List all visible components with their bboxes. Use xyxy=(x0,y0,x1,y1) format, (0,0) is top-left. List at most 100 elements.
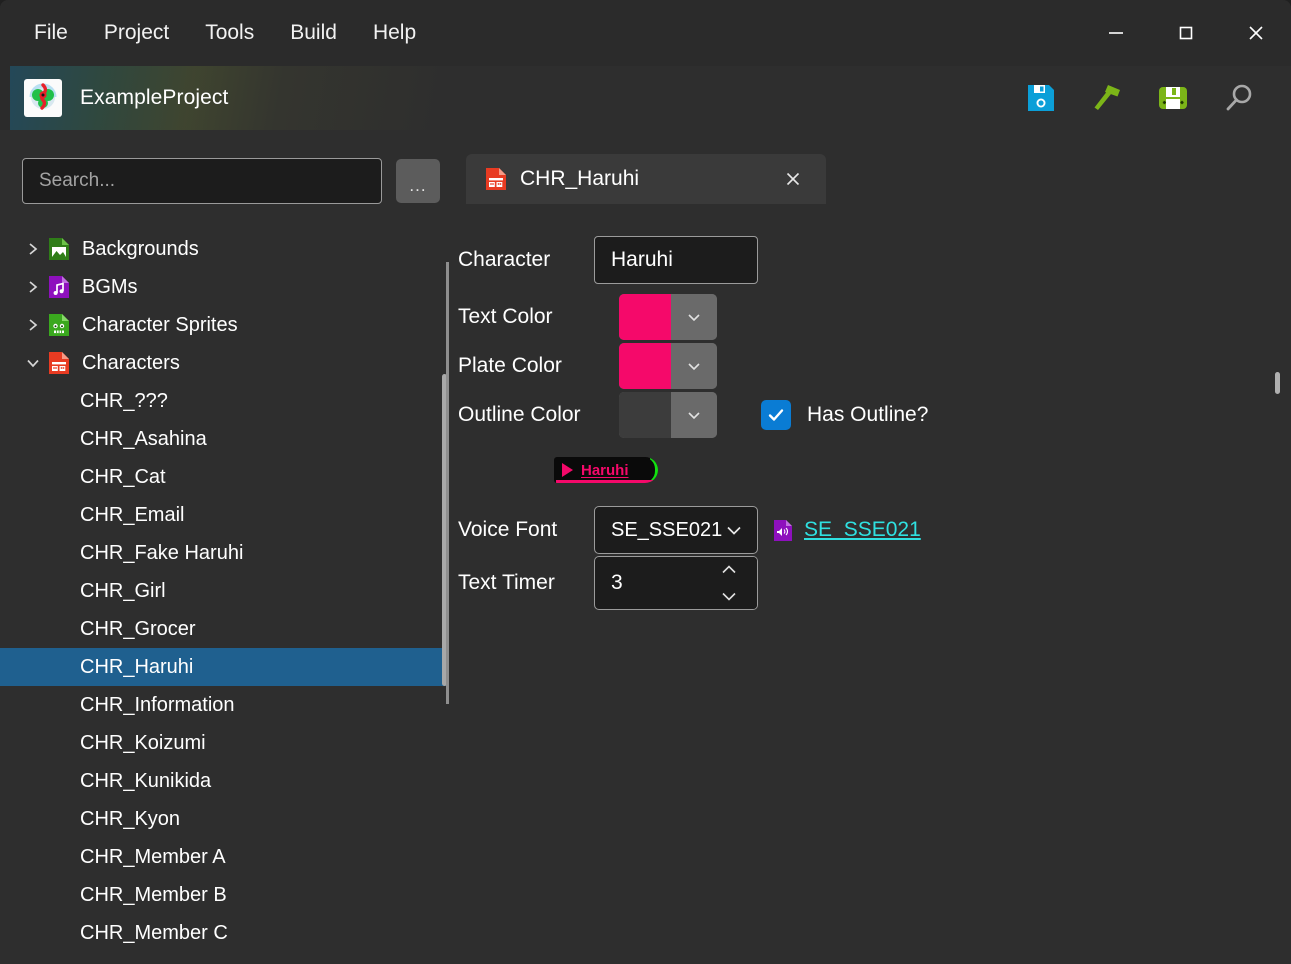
nameplate-preview: Haruhi xyxy=(554,457,658,483)
more-options-button[interactable]: ... xyxy=(396,159,440,203)
tree-node-bgms[interactable]: BGMs xyxy=(0,268,446,306)
chevron-down-icon[interactable] xyxy=(671,294,717,340)
tree-node-characters[interactable]: Characters xyxy=(0,344,446,382)
chevron-down-icon[interactable] xyxy=(20,355,46,371)
close-button[interactable] xyxy=(1221,0,1291,66)
tree-leaf-label: CHR_Fake Haruhi xyxy=(80,541,244,564)
menu-item-help[interactable]: Help xyxy=(355,15,434,51)
image-file-icon xyxy=(46,236,72,262)
tree-leaf-chr-member-a[interactable]: CHR_Member A xyxy=(0,838,446,876)
tab-chr-haruhi[interactable]: CHR_Haruhi xyxy=(466,154,826,204)
tree-leaf-chr-koizumi[interactable]: CHR_Koizumi xyxy=(0,724,446,762)
build-button[interactable] xyxy=(1083,74,1131,122)
nameplate-text: Haruhi xyxy=(581,461,629,479)
tree-leaf-chr-asahina[interactable]: CHR_Asahina xyxy=(0,420,446,458)
maximize-button[interactable] xyxy=(1151,0,1221,66)
tree-leaf-label: CHR_Koizumi xyxy=(80,731,206,754)
outline-color-label: Outline Color xyxy=(458,403,581,426)
tree-leaf-label: CHR_Kyon xyxy=(80,807,181,830)
tree-leaf-chr-unknown[interactable]: CHR_??? xyxy=(0,382,446,420)
menu-item-project[interactable]: Project xyxy=(86,15,187,51)
chevron-right-icon[interactable] xyxy=(20,279,46,295)
character-table-file-icon xyxy=(46,350,72,376)
search-button[interactable] xyxy=(1215,74,1263,122)
voice-font-label: Voice Font xyxy=(458,518,558,541)
application-window: File Project Tools Build Help ExamplePro… xyxy=(0,0,1291,964)
voice-font-dropdown[interactable]: SE_SSE021 xyxy=(594,506,758,554)
outline-color-picker[interactable] xyxy=(619,392,717,438)
menu-item-build[interactable]: Build xyxy=(272,15,355,51)
field-row-character: Character xyxy=(458,236,758,284)
chevron-down-icon[interactable] xyxy=(671,392,717,438)
tree-leaf-chr-grocer[interactable]: CHR_Grocer xyxy=(0,610,446,648)
sprite-file-icon xyxy=(46,312,72,338)
voice-font-link[interactable]: SE_SSE021 xyxy=(804,518,921,542)
tree-leaf-chr-kyon[interactable]: CHR_Kyon xyxy=(0,800,446,838)
tree-leaf-chr-member-b[interactable]: CHR_Member B xyxy=(0,876,446,914)
main-content: ... Backgrounds xyxy=(0,130,1291,964)
has-outline-label: Has Outline? xyxy=(807,403,929,426)
stepper-down-icon[interactable] xyxy=(701,583,757,609)
editor-scrollbar-thumb[interactable] xyxy=(1275,372,1280,394)
menu-item-file[interactable]: File xyxy=(16,15,86,51)
build-and-run-icon xyxy=(1159,87,1187,109)
plate-color-swatch[interactable] xyxy=(619,343,671,389)
field-row-outline-color: Outline Color Has Outline? xyxy=(458,392,928,438)
voice-font-link-row[interactable]: SE_SSE021 xyxy=(772,518,921,542)
tree-node-backgrounds[interactable]: Backgrounds xyxy=(0,230,446,268)
save-button[interactable] xyxy=(1017,74,1065,122)
text-timer-buttons xyxy=(701,557,757,609)
plate-color-picker[interactable] xyxy=(619,343,717,389)
tree-leaf-chr-email[interactable]: CHR_Email xyxy=(0,496,446,534)
toolbar-buttons xyxy=(1017,66,1281,130)
stepper-up-icon[interactable] xyxy=(701,557,757,583)
plate-color-label: Plate Color xyxy=(458,354,562,377)
project-header-bar: ExampleProject xyxy=(10,66,1291,130)
app-logo-icon xyxy=(24,79,62,117)
minimize-button[interactable] xyxy=(1081,0,1151,66)
text-color-label: Text Color xyxy=(458,305,553,328)
tree-node-character-sprites[interactable]: Character Sprites xyxy=(0,306,446,344)
build-hammer-icon xyxy=(1094,85,1120,110)
tree-leaf-chr-haruhi[interactable]: CHR_Haruhi xyxy=(0,648,446,686)
tree-leaf-chr-information[interactable]: CHR_Information xyxy=(0,686,446,724)
sound-file-icon xyxy=(772,518,794,542)
build-and-run-button[interactable] xyxy=(1149,74,1197,122)
tree-leaf-label: CHR_Asahina xyxy=(80,427,207,450)
menu-item-tools[interactable]: Tools xyxy=(187,15,272,51)
character-form: Character Text Color Plate Color xyxy=(446,204,1291,704)
field-row-plate-color: Plate Color xyxy=(458,343,717,389)
tree-leaf-label: CHR_Kunikida xyxy=(80,769,212,792)
search-magnifier-icon xyxy=(1226,84,1252,111)
tree-leaf-label: CHR_Member C xyxy=(80,921,228,944)
chevron-right-icon[interactable] xyxy=(20,241,46,257)
chevron-down-icon[interactable] xyxy=(722,520,745,540)
window-controls xyxy=(1081,0,1291,66)
tree-leaf-chr-member-c[interactable]: CHR_Member C xyxy=(0,914,446,952)
tab-close-icon[interactable] xyxy=(778,164,808,194)
tree-leaf-chr-kunikida[interactable]: CHR_Kunikida xyxy=(0,762,446,800)
has-outline-row[interactable]: Has Outline? xyxy=(761,400,928,430)
tree-leaf-label: CHR_Grocer xyxy=(80,617,196,640)
text-timer-stepper[interactable]: 3 xyxy=(594,556,758,610)
title-bar: File Project Tools Build Help xyxy=(0,0,1291,66)
outline-color-swatch[interactable] xyxy=(619,392,671,438)
tree-node-label: Character Sprites xyxy=(82,313,238,336)
tree-leaf-chr-cat[interactable]: CHR_Cat xyxy=(0,458,446,496)
search-row: ... xyxy=(22,158,440,204)
tree-leaf-chr-girl[interactable]: CHR_Girl xyxy=(0,572,446,610)
tree-leaf-label: CHR_Haruhi xyxy=(80,655,194,678)
text-timer-value[interactable]: 3 xyxy=(595,557,701,609)
project-title: ExampleProject xyxy=(80,86,229,109)
voice-font-value: SE_SSE021 xyxy=(611,518,723,541)
chevron-down-icon[interactable] xyxy=(671,343,717,389)
text-color-swatch[interactable] xyxy=(619,294,671,340)
asset-tree: Backgrounds BGMs Character Sprites Chara… xyxy=(0,230,446,964)
chevron-right-icon[interactable] xyxy=(20,317,46,333)
tree-node-label: Characters xyxy=(82,351,180,374)
text-color-picker[interactable] xyxy=(619,294,717,340)
tree-leaf-chr-fake-haruhi[interactable]: CHR_Fake Haruhi xyxy=(0,534,446,572)
character-name-input[interactable] xyxy=(594,236,758,284)
has-outline-checkbox[interactable] xyxy=(761,400,791,430)
search-input[interactable] xyxy=(22,158,382,204)
